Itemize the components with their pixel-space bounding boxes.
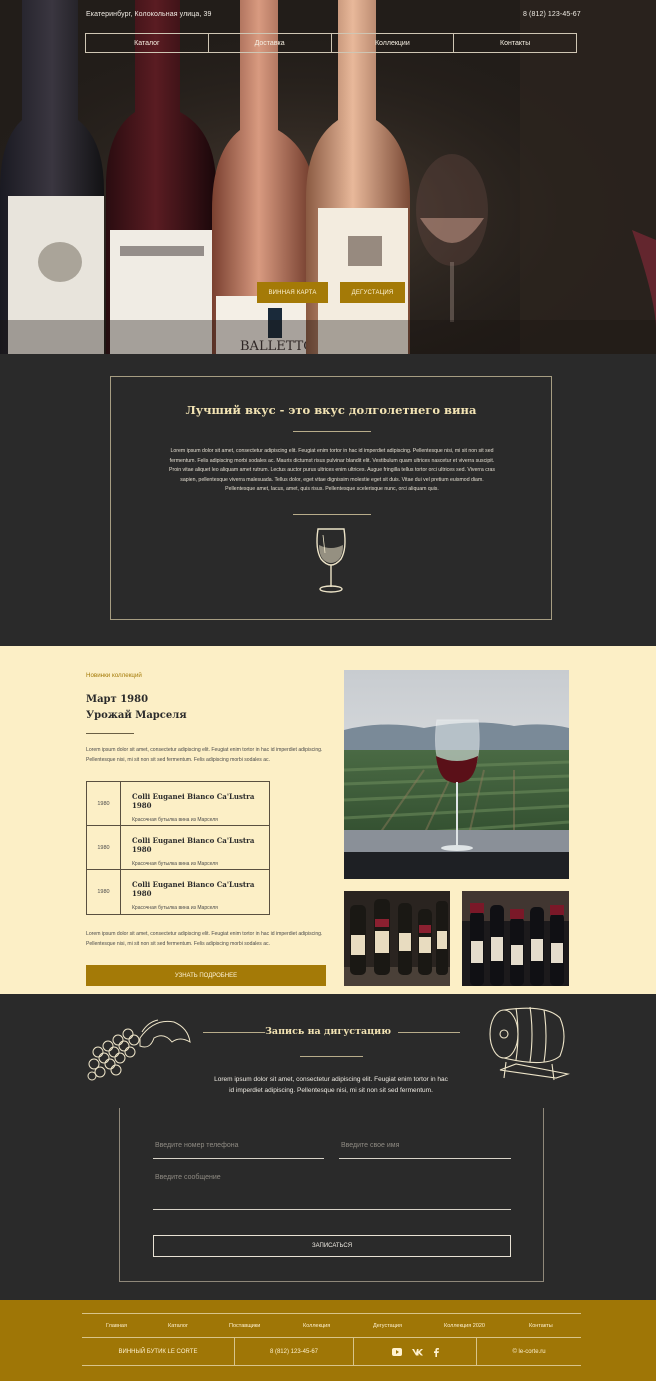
- footer-bottom: ВИННЫЙ БУТИК LE CORTE 8 (812) 123-45-67 …: [82, 1338, 581, 1366]
- intro-card: Лучший вкус - это вкус долголетнего вина…: [110, 376, 552, 620]
- list-item[interactable]: 1980 Colli Euganei Bianco Ca'Lustra 1980…: [87, 870, 269, 914]
- collection-title-line1: Март 1980: [86, 694, 149, 705]
- footer-site[interactable]: © le-corte.ru: [477, 1338, 581, 1366]
- footer-brand: ВИННЫЙ БУТИК LE CORTE: [118, 1349, 198, 1355]
- item-name: Colli Euganei Bianco Ca'Lustra 1980: [132, 880, 255, 898]
- item-name: Colli Euganei Bianco Ca'Lustra 1980: [132, 836, 255, 854]
- footer: Главная Каталог Поставщики Коллекция Дег…: [0, 1300, 656, 1381]
- footer-link-collection[interactable]: Коллекция: [303, 1323, 330, 1329]
- name-field[interactable]: Введите свое имя: [339, 1142, 511, 1159]
- nav-item-collections[interactable]: Коллекции: [332, 34, 455, 52]
- shelf-photo-2: [462, 891, 569, 986]
- nav-item-catalog[interactable]: Каталог: [86, 34, 209, 52]
- phone-field[interactable]: Введите номер телефона: [153, 1142, 324, 1159]
- shelf-photo-1: [344, 891, 450, 986]
- hero-photo-bottles: BALLETTO: [0, 0, 656, 354]
- collection-section: Новинки коллекций Март 1980 Урожай Марсе…: [0, 646, 656, 994]
- tasting-section: Запись на дигустацию Lorem ipsum dolor s…: [0, 994, 656, 1300]
- footer-link-tasting[interactable]: Дегустация: [373, 1323, 402, 1329]
- item-year: 1980: [87, 826, 121, 869]
- main-nav: Каталог Доставка Коллекции Контакты: [85, 33, 577, 53]
- barrel-icon: [489, 1006, 570, 1081]
- footer-link-contacts[interactable]: Контакты: [529, 1323, 553, 1329]
- vineyard-photo: [344, 670, 569, 879]
- nav-item-contacts[interactable]: Контакты: [454, 34, 576, 52]
- tasting-form: Введите номер телефона Введите свое имя …: [119, 1108, 544, 1282]
- collection-title-line2: Урожай Марселя: [86, 710, 187, 721]
- grapes-icon: [87, 1019, 191, 1081]
- wine-glass-icon: [316, 528, 346, 593]
- list-item[interactable]: 1980 Colli Euganei Bianco Ca'Lustra 1980…: [87, 782, 269, 826]
- wine-list: 1980 Colli Euganei Bianco Ca'Lustra 1980…: [86, 781, 270, 915]
- hero-section: BALLETTO Екатеринбург, Колокольная улица…: [0, 0, 656, 354]
- submit-button[interactable]: ЗАПИСАТЬСЯ: [153, 1235, 511, 1257]
- collection-text-top: Lorem ipsum dolor sit amet, consectetur …: [86, 747, 323, 763]
- footer-link-suppliers[interactable]: Поставщики: [229, 1323, 260, 1329]
- tasting-text: Lorem ipsum dolor sit amet, consectetur …: [214, 1076, 448, 1094]
- intro-section: Лучший вкус - это вкус долголетнего вина…: [0, 354, 656, 646]
- wine-card-button[interactable]: ВИННАЯ КАРТА: [257, 282, 328, 303]
- item-desc: Красочная бутылка вина из Марселя: [132, 861, 218, 867]
- item-name: Colli Euganei Bianco Ca'Lustra 1980: [132, 792, 255, 810]
- item-year: 1980: [87, 782, 121, 825]
- header-phone[interactable]: 8 (812) 123-45-67: [523, 11, 581, 18]
- item-desc: Красочная бутылка вина из Марселя: [132, 817, 218, 823]
- footer-nav: Главная Каталог Поставщики Коллекция Дег…: [82, 1313, 581, 1338]
- divider: [293, 514, 371, 515]
- youtube-icon[interactable]: [391, 1348, 402, 1356]
- footer-socials: [354, 1338, 476, 1366]
- collection-title: Март 1980 Урожай Марселя: [86, 692, 187, 724]
- tasting-button[interactable]: ДЕГУСТАЦИЯ: [340, 282, 405, 303]
- item-desc: Красочная бутылка вина из Марселя: [132, 905, 218, 911]
- vk-icon[interactable]: [411, 1348, 423, 1356]
- facebook-icon[interactable]: [433, 1347, 439, 1357]
- footer-link-catalog[interactable]: Каталог: [168, 1323, 188, 1329]
- intro-title: Лучший вкус - это вкус долголетнего вина: [185, 403, 477, 417]
- divider: [300, 1056, 363, 1057]
- footer-phone[interactable]: 8 (812) 123-45-67: [235, 1338, 353, 1366]
- item-year: 1980: [87, 870, 121, 914]
- divider: [86, 733, 134, 734]
- divider: [293, 431, 371, 432]
- divider: [398, 1032, 460, 1033]
- footer-link-home[interactable]: Главная: [106, 1323, 127, 1329]
- intro-text: Lorem ipsum dolor sit amet, consectetur …: [169, 448, 495, 493]
- tasting-title: Запись на дигустацию: [265, 1026, 391, 1037]
- header-address: Екатеринбург, Колокольная улица, 39: [86, 11, 212, 18]
- collection-text-bottom: Lorem ipsum dolor sit amet, consectetur …: [86, 931, 323, 947]
- more-button[interactable]: УЗНАТЬ ПОДРОБНЕЕ: [86, 965, 326, 986]
- nav-item-delivery[interactable]: Доставка: [209, 34, 332, 52]
- collection-kicker: Новинки коллекций: [86, 672, 142, 679]
- footer-link-collection-2020[interactable]: Коллекция 2020: [444, 1323, 485, 1329]
- list-item[interactable]: 1980 Colli Euganei Bianco Ca'Lustra 1980…: [87, 826, 269, 870]
- message-field[interactable]: Введите сообщение: [153, 1174, 511, 1210]
